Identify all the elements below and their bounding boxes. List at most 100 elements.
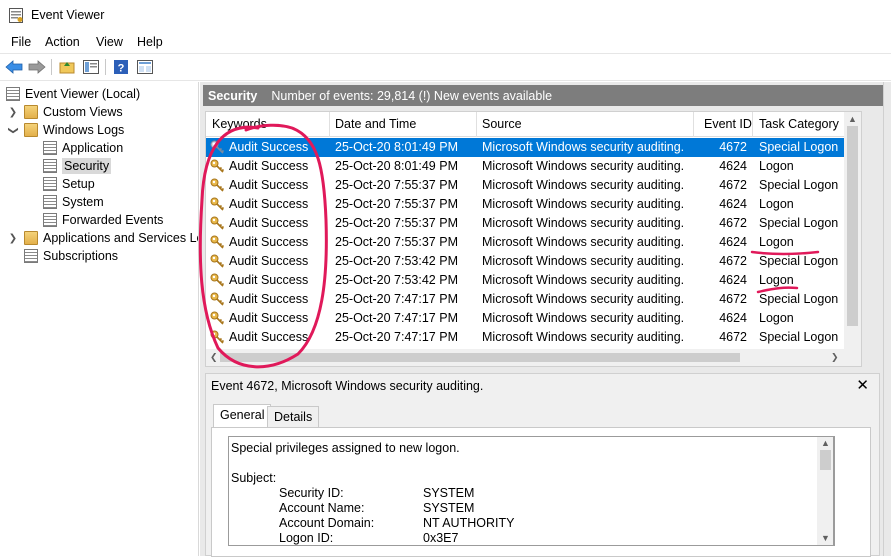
navigation-tree: Event Viewer (Local) ❯ Custom Views ❯ Wi…: [0, 82, 199, 556]
tree-root[interactable]: Event Viewer (Local): [6, 85, 140, 103]
scroll-thumb[interactable]: [847, 126, 858, 326]
chevron-right-icon[interactable]: ❯: [8, 107, 18, 118]
tree-setup[interactable]: Setup: [43, 175, 95, 193]
field-value: SYSTEM: [423, 501, 475, 515]
field-value: NT AUTHORITY: [423, 516, 515, 530]
menu-action[interactable]: Action: [45, 35, 80, 49]
tab-content: Special privileges assigned to new logon…: [211, 427, 871, 557]
chevron-right-icon[interactable]: ❯: [8, 233, 18, 244]
event-count: Number of events: 29,814 (!) New events …: [271, 88, 553, 103]
table-row[interactable]: Audit Success 25-Oct-20 8:01:49 PM Microso…: [206, 157, 861, 176]
help-icon[interactable]: ?: [111, 58, 131, 76]
close-icon[interactable]: ✕: [856, 376, 869, 394]
column-date[interactable]: Date and Time: [335, 117, 416, 131]
column-task-category[interactable]: Task Category: [759, 117, 839, 131]
log-icon: [43, 159, 57, 173]
cell-source: Microsoft Windows security auditing.: [482, 292, 685, 306]
show-hide-tree-icon[interactable]: [81, 58, 101, 76]
table-row[interactable]: Audit Success 25-Oct-20 7:53:42 PM Microso…: [206, 252, 861, 271]
menu-bar: File Action View Help: [0, 31, 891, 53]
main-pane: Security Number of events: 29,814 (!) Ne…: [200, 82, 891, 557]
key-icon: [210, 330, 224, 344]
cell-source: Microsoft Windows security auditing.: [482, 254, 685, 268]
column-keywords[interactable]: Keywords: [212, 117, 267, 131]
cell-keywords: Audit Success: [210, 140, 308, 154]
scroll-thumb[interactable]: [820, 450, 831, 470]
detail-title: Event 4672, Microsoft Windows security a…: [211, 379, 484, 393]
field-label: Logon ID:: [279, 531, 334, 545]
tree-system[interactable]: System: [43, 193, 104, 211]
table-row[interactable]: Audit Success 25-Oct-20 8:01:49 PM Microso…: [206, 138, 861, 157]
scroll-down-icon[interactable]: ▼: [821, 533, 830, 543]
table-row[interactable]: Audit Success 25-Oct-20 7:55:37 PM Microso…: [206, 195, 861, 214]
up-folder-icon[interactable]: [57, 58, 77, 76]
table-row[interactable]: Audit Success 25-Oct-20 7:53:42 PM Microso…: [206, 271, 861, 290]
tree-subscriptions[interactable]: Subscriptions: [24, 247, 118, 265]
horizontal-scrollbar[interactable]: ❮ ❯: [206, 349, 846, 366]
cell-event-id: 4624: [719, 159, 747, 173]
scroll-left-icon[interactable]: ❮: [210, 352, 218, 363]
table-row[interactable]: Audit Success 25-Oct-20 7:55:37 PM Microso…: [206, 176, 861, 195]
field-label: Security ID:: [279, 486, 344, 500]
cell-task-category: Special Logon: [759, 254, 839, 268]
properties-pane-icon[interactable]: [135, 58, 155, 76]
table-row[interactable]: Audit Success 25-Oct-20 7:47:17 PM Microso…: [206, 290, 861, 309]
cell-source: Microsoft Windows security auditing.: [482, 178, 685, 192]
message-scrollbar[interactable]: ▲ ▼: [817, 436, 834, 546]
toolbar: ?: [0, 53, 891, 81]
cell-keywords: Audit Success: [210, 159, 308, 173]
table-row[interactable]: Audit Success 25-Oct-20 7:47:17 PM Microso…: [206, 309, 861, 328]
cell-task-category: Logon: [759, 235, 794, 249]
cell-source: Microsoft Windows security auditing.: [482, 140, 685, 154]
tab-general[interactable]: General: [213, 404, 272, 428]
field-label: Account Name:: [279, 501, 365, 515]
cell-date: 25-Oct-20 8:01:49 PM: [335, 159, 458, 173]
log-icon: [43, 195, 57, 209]
tree-apps-services[interactable]: ❯ Applications and Services Lo: [8, 229, 198, 247]
tree-custom-views[interactable]: ❯ Custom Views: [8, 103, 123, 121]
folder-icon: [24, 105, 38, 119]
vertical-scrollbar[interactable]: ▲: [844, 112, 861, 366]
cell-date: 25-Oct-20 7:47:17 PM: [335, 311, 458, 325]
cell-keywords: Audit Success: [210, 254, 308, 268]
scroll-thumb[interactable]: [220, 353, 740, 362]
event-viewer-icon: [9, 8, 23, 23]
tree-security[interactable]: Security: [43, 157, 112, 175]
window-title: Event Viewer: [31, 8, 105, 22]
forward-arrow-icon[interactable]: [27, 58, 47, 76]
back-arrow-icon[interactable]: [4, 58, 24, 76]
menu-file[interactable]: File: [11, 35, 31, 49]
chevron-down-icon[interactable]: ❯: [8, 125, 19, 135]
tree-windows-logs[interactable]: ❯ Windows Logs: [8, 121, 124, 139]
event-detail-pane: Event 4672, Microsoft Windows security a…: [205, 373, 880, 557]
tree-forwarded-events[interactable]: Forwarded Events: [43, 211, 163, 229]
scroll-up-icon[interactable]: ▲: [848, 114, 857, 124]
scroll-up-icon[interactable]: ▲: [821, 438, 830, 448]
key-icon: [210, 159, 224, 173]
key-icon: [210, 140, 224, 154]
message-summary: Special privileges assigned to new logon…: [231, 441, 460, 455]
cell-keywords: Audit Success: [210, 311, 308, 325]
cell-date: 25-Oct-20 7:47:17 PM: [335, 292, 458, 306]
log-icon: [43, 177, 57, 191]
tab-details[interactable]: Details: [267, 406, 320, 428]
menu-help[interactable]: Help: [137, 35, 163, 49]
cell-task-category: Logon: [759, 197, 794, 211]
column-source[interactable]: Source: [482, 117, 522, 131]
column-event-id[interactable]: Event ID: [704, 117, 752, 131]
cell-event-id: 4624: [719, 197, 747, 211]
table-row[interactable]: Audit Success 25-Oct-20 7:55:37 PM Microso…: [206, 233, 861, 252]
cell-task-category: Special Logon: [759, 330, 839, 344]
cell-keywords: Audit Success: [210, 273, 308, 287]
cell-date: 25-Oct-20 7:47:17 PM: [335, 330, 458, 344]
table-row[interactable]: Audit Success 25-Oct-20 7:47:17 PM Microso…: [206, 328, 861, 347]
scroll-right-icon[interactable]: ❯: [831, 352, 839, 363]
menu-view[interactable]: View: [96, 35, 123, 49]
cell-keywords: Audit Success: [210, 235, 308, 249]
tree-application[interactable]: Application: [43, 139, 123, 157]
table-row[interactable]: Audit Success 25-Oct-20 7:55:37 PM Microso…: [206, 214, 861, 233]
cell-source: Microsoft Windows security auditing.: [482, 311, 685, 325]
event-message[interactable]: Special privileges assigned to new logon…: [228, 436, 835, 546]
cell-date: 25-Oct-20 7:53:42 PM: [335, 254, 458, 268]
events-grid: Keywords Date and Time Source Event ID T…: [205, 111, 862, 367]
